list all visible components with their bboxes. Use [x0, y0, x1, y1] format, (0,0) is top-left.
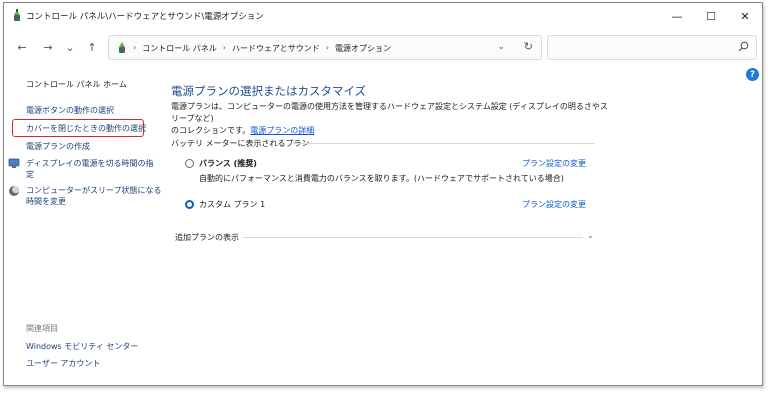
- section-title: バッテリ メーターに表示されるプラン: [171, 139, 310, 148]
- sleep-moon-icon: [8, 185, 20, 200]
- address-dropdown-button[interactable]: ⌄: [497, 42, 505, 52]
- plan-balanced-settings-link[interactable]: プラン設定の変更: [522, 158, 586, 169]
- description-line-1: 電源プランは、コンピューターの電源の使用方法を管理するハードウェア設定とシステム…: [171, 102, 608, 123]
- minimize-button[interactable]: —: [660, 3, 694, 29]
- plan-balanced-radio[interactable]: [185, 159, 194, 168]
- help-icon[interactable]: ?: [746, 68, 759, 81]
- recent-locations-button[interactable]: ⌄: [60, 37, 80, 57]
- plan-custom-1-name: カスタム プラン 1: [199, 200, 266, 209]
- related-items-heading: 関連項目: [26, 324, 58, 333]
- search-input[interactable]: [547, 35, 757, 60]
- power-button-action-link[interactable]: 電源ボタンの動作の選択: [26, 105, 114, 116]
- plan-balanced-description: 自動的にパフォーマンスと消費電力のバランスを取ります。(ハードウェアでサポートさ…: [199, 174, 564, 183]
- show-additional-plans[interactable]: 追加プランの表示: [175, 232, 239, 243]
- description: 電源プランは、コンピューターの電源の使用方法を管理するハードウェア設定とシステム…: [171, 101, 611, 137]
- description-line-2-text: のコレクションです。: [171, 126, 251, 135]
- address-bar[interactable]: › コントロール パネル › ハードウェアとサウンド › 電源オプション ⌄ ↻: [108, 35, 542, 60]
- control-panel-icon: [116, 41, 128, 57]
- create-power-plan-link[interactable]: 電源プランの作成: [26, 141, 90, 152]
- title-bar: コントロール パネル\ハードウェアとサウンド\電源オプション — ☐ ✕: [4, 3, 762, 29]
- plan-custom-1-settings-link[interactable]: プラン設定の変更: [522, 199, 586, 210]
- control-panel-home-link[interactable]: コントロール パネル ホーム: [26, 79, 127, 90]
- power-plan-details-link[interactable]: 電源プランの詳細: [250, 126, 314, 135]
- control-panel-window: コントロール パネル\ハードウェアとサウンド\電源オプション — ☐ ✕ ← →…: [3, 2, 763, 386]
- maximize-button[interactable]: ☐: [694, 3, 728, 29]
- power-options-app-icon: [11, 9, 23, 25]
- breadcrumb-separator: ›: [222, 43, 226, 52]
- plan-balanced[interactable]: バランス (推奨): [185, 158, 257, 169]
- user-accounts-link[interactable]: ユーザー アカウント: [26, 358, 100, 369]
- breadcrumb-power-options[interactable]: 電源オプション: [335, 43, 391, 54]
- sleep-time-link-line2[interactable]: 時間を変更: [26, 196, 66, 207]
- refresh-button[interactable]: ↻: [524, 40, 533, 53]
- additional-plans-divider: [243, 237, 583, 238]
- breadcrumb-separator: ›: [325, 43, 329, 52]
- navigation-bar: ← → ⌄ ↑ › コントロール パネル › ハードウェアとサウンド › 電源オ…: [4, 31, 762, 63]
- left-task-pane: コントロール パネル ホーム 電源ボタンの動作の選択 カバーを閉じたときの動作の…: [4, 67, 162, 385]
- search-icon: [738, 41, 749, 55]
- back-button[interactable]: ←: [12, 37, 32, 57]
- up-button[interactable]: ↑: [82, 37, 102, 57]
- breadcrumb: › コントロール パネル › ハードウェアとサウンド › 電源オプション: [133, 43, 391, 54]
- page-title: 電源プランの選択またはカスタマイズ: [171, 84, 367, 98]
- chevron-down-icon[interactable]: ⌄: [587, 231, 594, 240]
- plan-balanced-name: バランス (推奨): [199, 159, 257, 168]
- display-off-time-link-line2[interactable]: 定: [26, 169, 34, 180]
- forward-button[interactable]: →: [38, 37, 58, 57]
- plan-custom-1[interactable]: カスタム プラン 1: [185, 199, 265, 210]
- lid-close-action-link[interactable]: カバーを閉じたときの動作の選択: [26, 123, 146, 134]
- plan-custom-1-radio[interactable]: [185, 200, 194, 209]
- close-button[interactable]: ✕: [728, 3, 762, 29]
- window-title: コントロール パネル\ハードウェアとサウンド\電源オプション: [26, 12, 264, 22]
- display-off-time-link[interactable]: ディスプレイの電源を切る時間の指: [26, 158, 153, 169]
- description-line-2: のコレクションです。電源プランの詳細: [171, 125, 611, 137]
- sleep-time-link[interactable]: コンピューターがスリープ状態になる: [26, 185, 162, 196]
- section-divider: [291, 143, 595, 144]
- display-icon: [8, 158, 20, 172]
- breadcrumb-separator: ›: [133, 43, 137, 52]
- mobility-center-link[interactable]: Windows モビリティ センター: [26, 341, 138, 352]
- breadcrumb-hardware-sound[interactable]: ハードウェアとサウンド: [232, 43, 320, 54]
- breadcrumb-control-panel[interactable]: コントロール パネル: [142, 43, 217, 54]
